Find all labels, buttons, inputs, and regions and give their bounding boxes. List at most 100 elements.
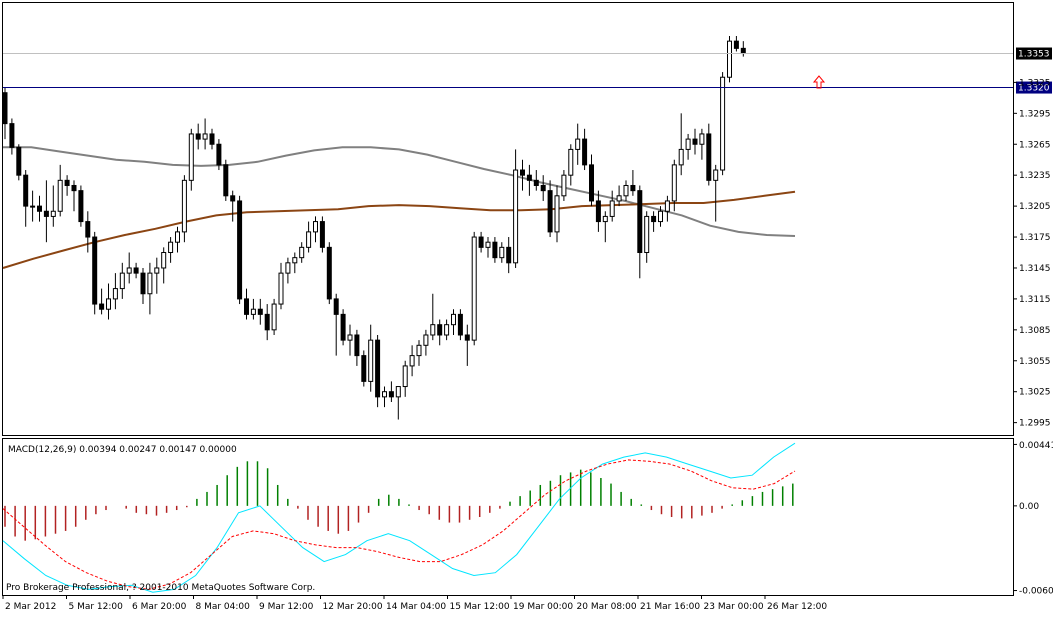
candle-body — [540, 184, 546, 192]
candle-body — [706, 133, 712, 181]
candle-body — [216, 143, 222, 166]
candle — [375, 334, 381, 408]
candle-body — [244, 298, 249, 315]
candle-body — [375, 339, 381, 398]
candle-body — [99, 303, 105, 310]
candle-body — [168, 241, 174, 254]
price-tick-label: 1.3055 — [1019, 357, 1051, 367]
candle-body — [333, 298, 339, 315]
candle-body — [575, 138, 581, 150]
candle — [16, 144, 22, 181]
candle-body — [589, 164, 594, 202]
price-tick-label: 1.3325 — [1019, 78, 1051, 88]
candle — [92, 231, 98, 315]
time-tick-label: 21 Mar 16:00 — [640, 602, 700, 612]
candle-body — [313, 221, 318, 233]
macd-tick-label: 0.00441 — [1019, 441, 1053, 451]
candle-body — [175, 231, 180, 243]
candle-body — [595, 200, 601, 223]
candle-body — [92, 236, 98, 305]
time-tick-label: 6 Mar 20:00 — [132, 602, 187, 612]
candle-body — [616, 195, 622, 202]
price-tick-label: 1.3265 — [1019, 140, 1051, 150]
candle-body — [140, 272, 146, 295]
candle-body — [126, 267, 132, 274]
candle — [340, 309, 346, 346]
candle-body — [685, 138, 691, 150]
candle-body — [492, 241, 498, 259]
candle-body — [568, 148, 574, 176]
candle-body — [402, 365, 408, 388]
time-tick-label: 8 Mar 04:00 — [196, 602, 251, 612]
candle-body — [340, 313, 346, 341]
candle-body — [554, 195, 560, 233]
candle-body — [485, 241, 491, 248]
candle-body — [50, 210, 56, 217]
candle-body — [223, 164, 229, 197]
candle — [237, 195, 243, 305]
candle-body — [457, 313, 463, 336]
candle-body — [630, 184, 636, 192]
chart-canvas[interactable]: 1.33531.3320 1.29951.30251.30551.30851.3… — [0, 0, 1053, 613]
candle-body — [106, 298, 111, 310]
candle-body — [202, 133, 208, 140]
macd-label: MACD(12,26,9) 0.00394 0.00247 0.00147 0.… — [8, 445, 237, 455]
candle-body — [257, 308, 263, 315]
candle-body — [271, 303, 277, 331]
time-tick-label: 26 Mar 12:00 — [767, 602, 827, 612]
candle-body — [644, 215, 650, 254]
candle-body — [292, 257, 298, 264]
price-tick-label: 1.3085 — [1019, 326, 1051, 336]
candle-body — [188, 133, 194, 181]
candle-body — [43, 210, 49, 217]
candle-body — [85, 221, 91, 238]
candle-body — [154, 267, 160, 274]
candle-body — [609, 200, 615, 217]
candle-body — [733, 40, 739, 49]
candle-body — [361, 355, 367, 382]
candle-body — [264, 313, 270, 331]
candle-body — [451, 313, 456, 326]
price-tick-label: 1.2995 — [1019, 419, 1051, 429]
candle-body — [319, 221, 325, 248]
candle — [271, 298, 277, 335]
chart-window[interactable]: 1.3353 1.3320 1.2995 1.3025 1.3055 1.3085 1.3… — [0, 0, 1053, 613]
candle-body — [658, 210, 663, 223]
candle-body — [437, 324, 443, 336]
candle-body — [195, 133, 201, 140]
candle-body — [37, 205, 42, 212]
candle-body — [161, 252, 167, 269]
candle-body — [326, 246, 332, 300]
candle — [471, 231, 477, 346]
price-tick-label: 1.3025 — [1019, 388, 1051, 398]
candle-body — [285, 262, 291, 274]
candle-body — [678, 148, 684, 166]
candle — [78, 185, 84, 227]
time-tick-label: 9 Mar 12:00 — [259, 602, 314, 612]
candle-body — [602, 215, 608, 223]
candle-body — [347, 334, 353, 341]
time-tick-label: 14 Mar 04:00 — [386, 602, 446, 612]
candle-body — [278, 272, 284, 305]
candle — [319, 216, 325, 253]
time-tick-label: 5 Mar 12:00 — [69, 602, 124, 612]
candle-body — [699, 133, 705, 145]
candle-body — [664, 200, 670, 212]
candle-body — [720, 76, 726, 171]
candle-body — [112, 288, 118, 300]
candle-body — [547, 190, 553, 233]
price-tick-label: 1.3235 — [1019, 171, 1051, 181]
candle-body — [230, 195, 236, 202]
candle-body — [520, 169, 525, 176]
candle-body — [133, 267, 139, 274]
candle-body — [651, 215, 657, 223]
candle-body — [368, 339, 374, 382]
candle-body — [395, 386, 401, 398]
candle-body — [382, 391, 387, 398]
candle-body — [671, 164, 677, 202]
time-tick-label: 23 Mar 00:00 — [704, 602, 764, 612]
candle-body — [16, 146, 22, 176]
candle-body — [250, 308, 256, 315]
candle-body — [692, 138, 698, 145]
candle-body — [499, 246, 505, 259]
